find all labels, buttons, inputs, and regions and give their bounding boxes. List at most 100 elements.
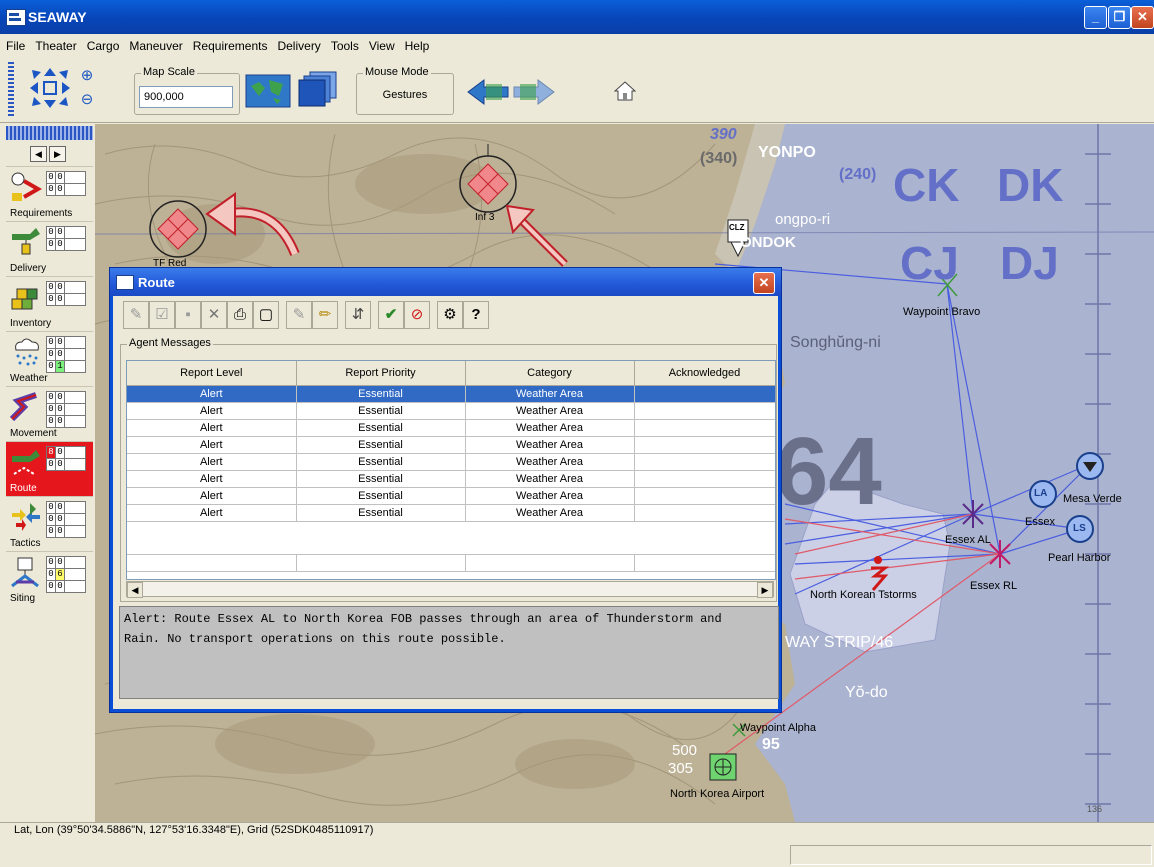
menu-requirements[interactable]: Requirements: [187, 34, 272, 53]
palette-requirements-label: Requirements: [10, 208, 73, 219]
mouse-mode-value[interactable]: Gestures: [357, 89, 453, 101]
close-button[interactable]: ✕: [1131, 6, 1154, 29]
essex-al-label[interactable]: Essex AL: [945, 534, 991, 546]
palette-grip[interactable]: [6, 126, 93, 140]
elevation-340: (340): [700, 150, 738, 167]
app-icon: [6, 9, 26, 26]
toolbar-grip[interactable]: [8, 62, 14, 116]
menu-view[interactable]: View: [363, 34, 399, 53]
table-row[interactable]: Alert Essential Weather Area: [127, 436, 775, 454]
sounding-136: 136: [1087, 804, 1103, 814]
table-row[interactable]: Alert Essential Weather Area: [127, 470, 775, 488]
palette-delivery[interactable]: 00 00 Delivery: [6, 221, 93, 276]
grid-number: 64: [775, 418, 882, 525]
home-icon[interactable]: [613, 80, 637, 102]
palette-route[interactable]: 80 00 Route: [6, 441, 93, 496]
column-header-category[interactable]: Category: [465, 361, 635, 386]
waypoint-bravo-label[interactable]: Waypoint Bravo: [903, 306, 980, 318]
mesa-verde-label[interactable]: Mesa Verde: [1063, 493, 1122, 505]
acknowledge-icon[interactable]: ✎: [123, 301, 149, 329]
place-yodo: Yŏ-do: [845, 684, 888, 701]
check-item-icon[interactable]: ☑: [149, 301, 175, 329]
route-dialog-title-bar[interactable]: Route ✕: [110, 268, 781, 296]
airport-label[interactable]: North Korea Airport: [670, 788, 764, 800]
siting-icon: [10, 556, 42, 588]
palette-weather[interactable]: 00 00 01 Weather: [6, 331, 93, 386]
column-header-report-level[interactable]: Report Level: [127, 361, 297, 386]
annotate-icon[interactable]: ✎: [286, 301, 312, 329]
menu-file[interactable]: File: [0, 34, 29, 53]
menu-theater[interactable]: Theater: [29, 34, 80, 53]
reject-icon[interactable]: ⊘: [404, 301, 430, 329]
palette-inventory[interactable]: 00 00 Inventory: [6, 276, 93, 331]
pencil-icon[interactable]: ✏: [312, 301, 338, 329]
ship-la-label[interactable]: LA: [1034, 488, 1047, 499]
minimize-button[interactable]: _: [1084, 6, 1107, 29]
waypoint-alpha-label[interactable]: Waypoint Alpha: [740, 722, 816, 734]
table-row[interactable]: Alert Essential Weather Area: [127, 504, 775, 522]
palette-tactics-label: Tactics: [10, 538, 41, 549]
unit-inf3-label[interactable]: Inf 3: [475, 212, 494, 223]
palette-tactics[interactable]: 00 00 00 Tactics: [6, 496, 93, 551]
table-row[interactable]: Alert Essential Weather Area: [127, 487, 775, 505]
menu-delivery[interactable]: Delivery: [271, 34, 324, 53]
place-yonpo: YONPO: [758, 144, 816, 161]
scroll-right-icon[interactable]: ▶: [757, 582, 773, 598]
scroll-left-icon[interactable]: ◀: [127, 582, 143, 598]
place-strip: WAY STRIP/46: [785, 634, 894, 651]
column-header-report-priority[interactable]: Report Priority: [296, 361, 466, 386]
app-title-bar: SEAWAY _ ❐ ✕: [0, 0, 1154, 34]
tactics-arrows-icon: [10, 501, 42, 533]
mouse-mode-group: Mouse Mode Gestures: [356, 66, 454, 115]
table-row[interactable]: Alert Essential Weather Area: [127, 419, 775, 437]
palette-movement[interactable]: 00 00 00 Movement: [6, 386, 93, 441]
menu-maneuver[interactable]: Maneuver: [123, 34, 186, 53]
back-arrow-icon[interactable]: [466, 78, 510, 106]
inventory-icon: [10, 281, 42, 313]
menu-bar: File Theater Cargo Maneuver Requirements Deli…: [0, 34, 1154, 56]
agent-settings-icon[interactable]: ⚙: [437, 301, 463, 329]
weather-cloud-icon: [10, 336, 42, 368]
menu-help[interactable]: Help: [399, 34, 434, 53]
world-map-icon[interactable]: [245, 74, 291, 108]
map-scale-input[interactable]: 900,000: [139, 86, 233, 108]
layers-icon[interactable]: [298, 70, 338, 108]
elevation-95: 95: [762, 736, 780, 753]
palette-prev-icon[interactable]: ◀: [30, 146, 47, 162]
save-icon[interactable]: ▪: [175, 301, 201, 329]
delete-icon[interactable]: ✕: [201, 301, 227, 329]
zoom-out-icon[interactable]: ⊖: [78, 90, 96, 108]
print-icon[interactable]: ⎙: [227, 301, 253, 329]
palette-requirements[interactable]: 00 00 Requirements: [6, 166, 93, 221]
zoom-in-icon[interactable]: ⊕: [78, 66, 96, 84]
essex-rl-label[interactable]: Essex RL: [970, 580, 1017, 592]
new-document-icon[interactable]: ▢: [253, 301, 279, 329]
table-row[interactable]: Alert Essential Weather Area: [127, 385, 775, 403]
pan-arrows-icon[interactable]: [28, 66, 72, 110]
ship-ls-label[interactable]: LS: [1073, 523, 1086, 534]
grid-label-dk: DK: [997, 159, 1064, 211]
accept-check-icon[interactable]: ✔: [378, 301, 404, 329]
filter-icon[interactable]: ⇵: [345, 301, 371, 329]
tstorm-label[interactable]: North Korean Tstorms: [810, 589, 917, 601]
place-ongpo: ongpo-ri: [775, 211, 831, 228]
table-row[interactable]: Alert Essential Weather Area: [127, 453, 775, 471]
palette-nav: ◀ ▶: [30, 146, 68, 162]
elevation-305: 305: [668, 760, 694, 777]
help-icon[interactable]: ?: [463, 301, 489, 329]
palette-siting[interactable]: 00 06 00 Siting: [6, 551, 93, 606]
table-horizontal-scrollbar[interactable]: ◀ ▶: [126, 581, 774, 598]
menu-cargo[interactable]: Cargo: [81, 34, 124, 53]
agent-messages-table[interactable]: Report Level Report Priority Category Ac…: [126, 360, 776, 580]
palette-next-icon[interactable]: ▶: [49, 146, 66, 162]
column-header-acknowledged[interactable]: Acknowledged: [634, 361, 775, 386]
table-row[interactable]: Alert Essential Weather Area: [127, 402, 775, 420]
clz-marker-label[interactable]: CLZ: [729, 223, 745, 232]
pearl-harbor-label[interactable]: Pearl Harbor: [1048, 552, 1110, 564]
maximize-button[interactable]: ❐: [1108, 6, 1131, 29]
route-dialog-close-button[interactable]: ✕: [753, 272, 775, 294]
menu-tools[interactable]: Tools: [325, 34, 363, 53]
grid-label-dj: DJ: [1000, 237, 1059, 289]
forward-arrow-icon[interactable]: [512, 78, 556, 106]
essex-label[interactable]: Essex: [1025, 516, 1055, 528]
